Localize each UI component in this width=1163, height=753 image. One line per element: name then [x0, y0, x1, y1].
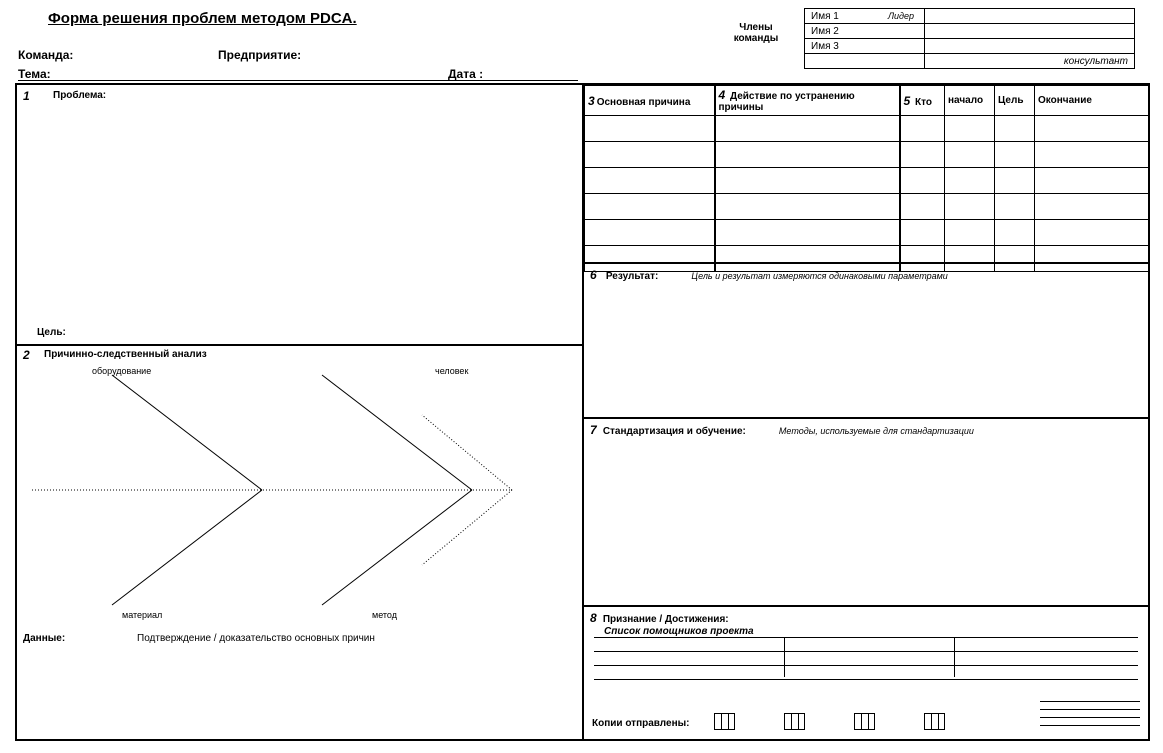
section8-label: Признание / Достижения: [603, 614, 729, 625]
member-row: Имя 1 Лидер [805, 9, 1135, 24]
helper-vline [784, 637, 785, 677]
form-title: Форма решения проблем методом PDCA. [48, 10, 357, 27]
copies-sent-label: Копии отправлены: [592, 718, 690, 729]
fishbone-person-label: человек [435, 366, 468, 376]
section2-number: 2 [23, 348, 30, 362]
member-name: Имя 1 [811, 11, 839, 22]
members-label: Члены команды [726, 22, 786, 44]
member-note[interactable] [925, 24, 1135, 39]
consultant-role: консультант [925, 54, 1135, 69]
action-row [585, 194, 1150, 220]
member-blank[interactable] [805, 54, 925, 69]
member-role: Лидер [888, 11, 918, 21]
copies-checkbox-group[interactable] [714, 713, 735, 733]
members-table: Имя 1 Лидер Имя 2 Имя 3 консультант [804, 8, 1135, 69]
date-label: Дата : [448, 67, 483, 81]
col5-goal-header: Цель [995, 86, 1035, 116]
action-row [585, 142, 1150, 168]
signature-lines [1040, 701, 1140, 733]
col5-who-header: 5 Кто [900, 86, 945, 116]
left-horizontal-split [17, 344, 582, 346]
member-note[interactable] [925, 9, 1135, 24]
col5-start-header: начало [945, 86, 995, 116]
member-row: консультант [805, 54, 1135, 69]
section6-hint: Цель и результат измеряются одинаковыми … [691, 271, 947, 281]
section7-label: Стандартизация и обучение: [603, 426, 746, 437]
member-note[interactable] [925, 39, 1135, 54]
section8-sublabel: Список помощников проекта [604, 626, 754, 637]
helper-lines-grid [594, 637, 1138, 693]
section6-number: 6 [590, 268, 597, 282]
member-name: Имя 2 [805, 24, 925, 39]
copies-checkbox-group[interactable] [924, 713, 945, 733]
col4-header: 4 Действие по устранению причины [715, 86, 900, 116]
fishbone-material-label: материал [122, 610, 162, 620]
section7-hint: Методы, используемые для стандартизации [779, 426, 974, 436]
fishbone-diagram [32, 355, 572, 625]
section7-number: 7 [590, 423, 597, 437]
fishbone-equipment-label: оборудование [92, 366, 151, 376]
team-label: Команда: [18, 48, 73, 62]
section1-number: 1 [23, 89, 30, 103]
section7: 7 Стандартизация и обучение: Методы, исп… [584, 417, 1148, 605]
date-underline [490, 80, 578, 81]
fishbone-method-label: метод [372, 610, 397, 620]
col3-header: 3Основная причина [585, 86, 715, 116]
action-table: 3Основная причина 4 Действие по устранен… [584, 85, 1150, 272]
action-row [585, 116, 1150, 142]
enterprise-label: Предприятие: [218, 48, 301, 62]
member-row: Имя 3 [805, 39, 1135, 54]
section1-label: Проблема: [53, 90, 106, 101]
main-frame: 1 Проблема: Цель: 2 Причинно-следственны… [15, 83, 1150, 741]
action-row [585, 168, 1150, 194]
topic-label: Тема: [18, 67, 51, 81]
section6-label: Результат: [606, 271, 658, 282]
section8: 8 Признание / Достижения: Список помощни… [584, 605, 1148, 739]
section6: 6 Результат: Цель и результат измеряются… [584, 262, 1148, 417]
copies-checkbox-group[interactable] [784, 713, 805, 733]
section8-number: 8 [590, 611, 597, 625]
section2-data-label: Данные: [23, 633, 65, 644]
section2-data-confirm: Подтверждение / доказательство основных … [137, 633, 375, 644]
helper-vline [954, 637, 955, 677]
member-name: Имя 3 [805, 39, 925, 54]
col5-end-header: Окончание [1035, 86, 1150, 116]
section1-goal-label: Цель: [37, 327, 66, 338]
member-row: Имя 2 [805, 24, 1135, 39]
copies-checkbox-group[interactable] [854, 713, 875, 733]
action-row [585, 220, 1150, 246]
